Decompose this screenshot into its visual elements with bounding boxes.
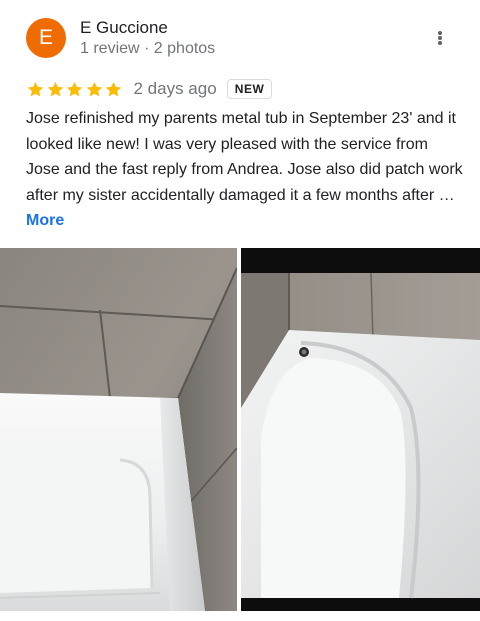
rating-row: 2 days ago NEW	[26, 77, 273, 101]
review-text: Jose refinished my parents metal tub in …	[26, 106, 466, 234]
reviewer-name[interactable]: E Guccione	[80, 18, 168, 38]
reviewer-avatar[interactable]: E	[26, 18, 66, 58]
more-options-icon[interactable]	[426, 26, 454, 50]
review-body: Jose refinished my parents metal tub in …	[26, 110, 463, 204]
menu-dot	[438, 31, 442, 35]
star-icon	[26, 80, 45, 99]
new-badge: NEW	[226, 79, 273, 99]
star-icon	[104, 80, 123, 99]
reviewer-meta: 1 review · 2 photos	[80, 40, 216, 57]
photo-1-image	[0, 248, 237, 611]
more-link[interactable]: More	[26, 212, 64, 229]
review-date: 2 days ago	[133, 79, 217, 98]
review-photo-2[interactable]	[241, 248, 480, 611]
star-icon	[65, 80, 84, 99]
review-photo-1[interactable]	[0, 248, 237, 611]
star-icon	[46, 80, 65, 99]
star-rating	[26, 80, 124, 99]
star-icon	[85, 80, 104, 99]
menu-dot	[438, 41, 442, 45]
photo-2-image	[241, 248, 480, 611]
menu-dot	[438, 36, 442, 40]
review-header: E E Guccione 1 review · 2 photos	[0, 0, 480, 70]
